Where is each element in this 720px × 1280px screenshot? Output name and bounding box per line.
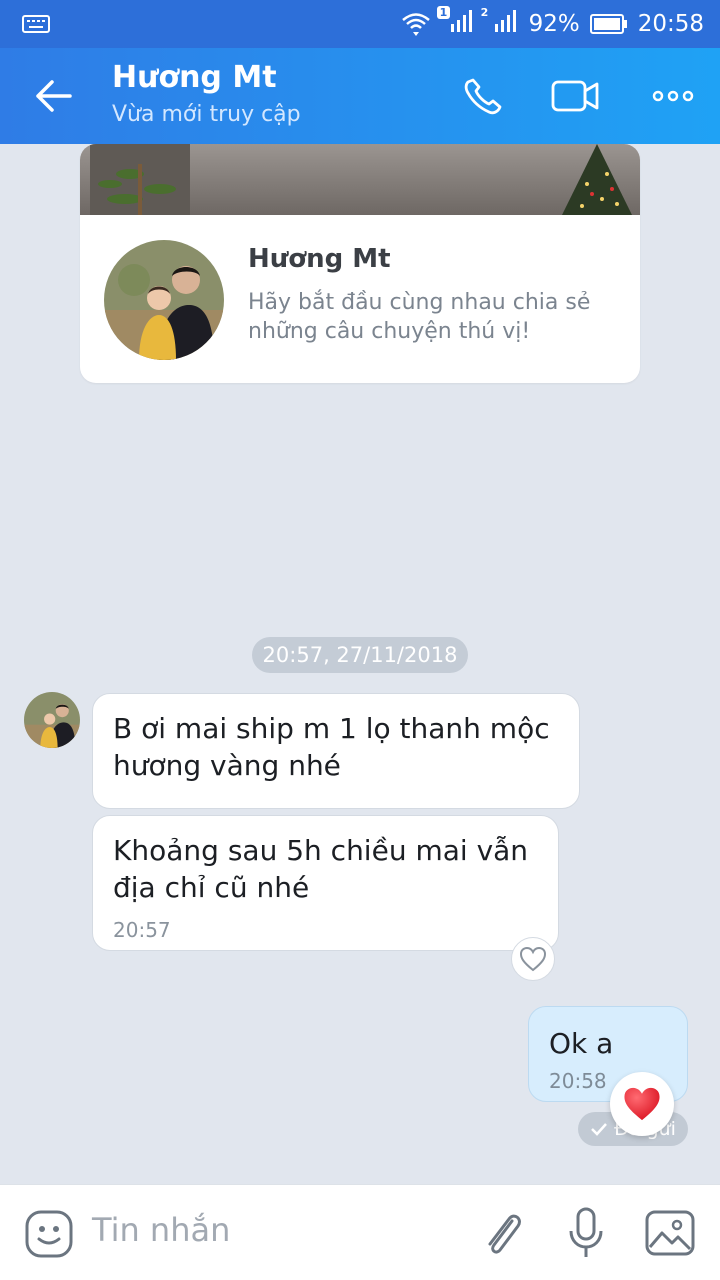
emoji-sticker-icon[interactable] [24,1209,74,1259]
profile-avatar[interactable] [104,240,224,360]
heart-icon [624,1087,660,1121]
react-heart-button[interactable] [511,937,555,981]
keyboard-icon [22,15,50,33]
incoming-message[interactable]: Khoảng sau 5h chiều mai vẫn địa chỉ cũ n… [92,815,559,951]
composer-bar: Tin nhắn [0,1184,720,1280]
cover-photo [80,144,640,215]
message-text: Ok a [549,1027,614,1060]
sim1-signal-icon: 1 [436,6,475,40]
date-divider: 20:57, 27/11/2018 [252,637,468,673]
message-text: B ơi mai ship m 1 lọ thanh mộc hương vàn… [113,712,550,782]
profile-card[interactable]: Hương Mt Hãy bắt đầu cùng nhau chia sẻ n… [80,144,640,383]
sim1-badge: 1 [436,6,451,19]
heart-outline-icon [519,946,547,972]
chat-header: Hương Mt Vừa mới truy cập [0,48,720,144]
back-arrow-icon[interactable] [30,74,78,118]
battery-percent: 92% [528,11,580,37]
wifi-icon [401,13,430,36]
presence-status: Vừa mới truy cập [112,102,301,127]
attachment-icon[interactable] [478,1207,526,1259]
message-time: 20:57 [113,918,171,942]
profile-name: Hương Mt [248,244,391,274]
contact-name[interactable]: Hương Mt [112,60,277,95]
status-bar: 1 2 92% 20:58 [0,0,720,48]
message-time: 20:58 [549,1069,607,1093]
heart-reaction[interactable] [610,1072,674,1136]
more-options-icon[interactable] [648,74,698,118]
sim2-signal-icon: 2 [481,6,519,40]
message-input[interactable]: Tin nhắn [92,1211,230,1249]
profile-description: Hãy bắt đầu cùng nhau chia sẻ những câu … [248,290,591,344]
incoming-message[interactable]: B ơi mai ship m 1 lọ thanh mộc hương vàn… [92,693,580,809]
gallery-image-icon[interactable] [644,1209,696,1257]
microphone-icon[interactable] [566,1207,606,1259]
check-icon [591,1123,608,1136]
phone-call-icon[interactable] [458,74,508,118]
battery-icon [589,14,627,34]
contact-avatar[interactable] [24,692,80,748]
message-text: Khoảng sau 5h chiều mai vẫn địa chỉ cũ n… [113,834,529,904]
sim2-badge: 2 [480,6,489,19]
video-call-icon[interactable] [550,74,600,118]
clock: 20:58 [637,11,704,37]
